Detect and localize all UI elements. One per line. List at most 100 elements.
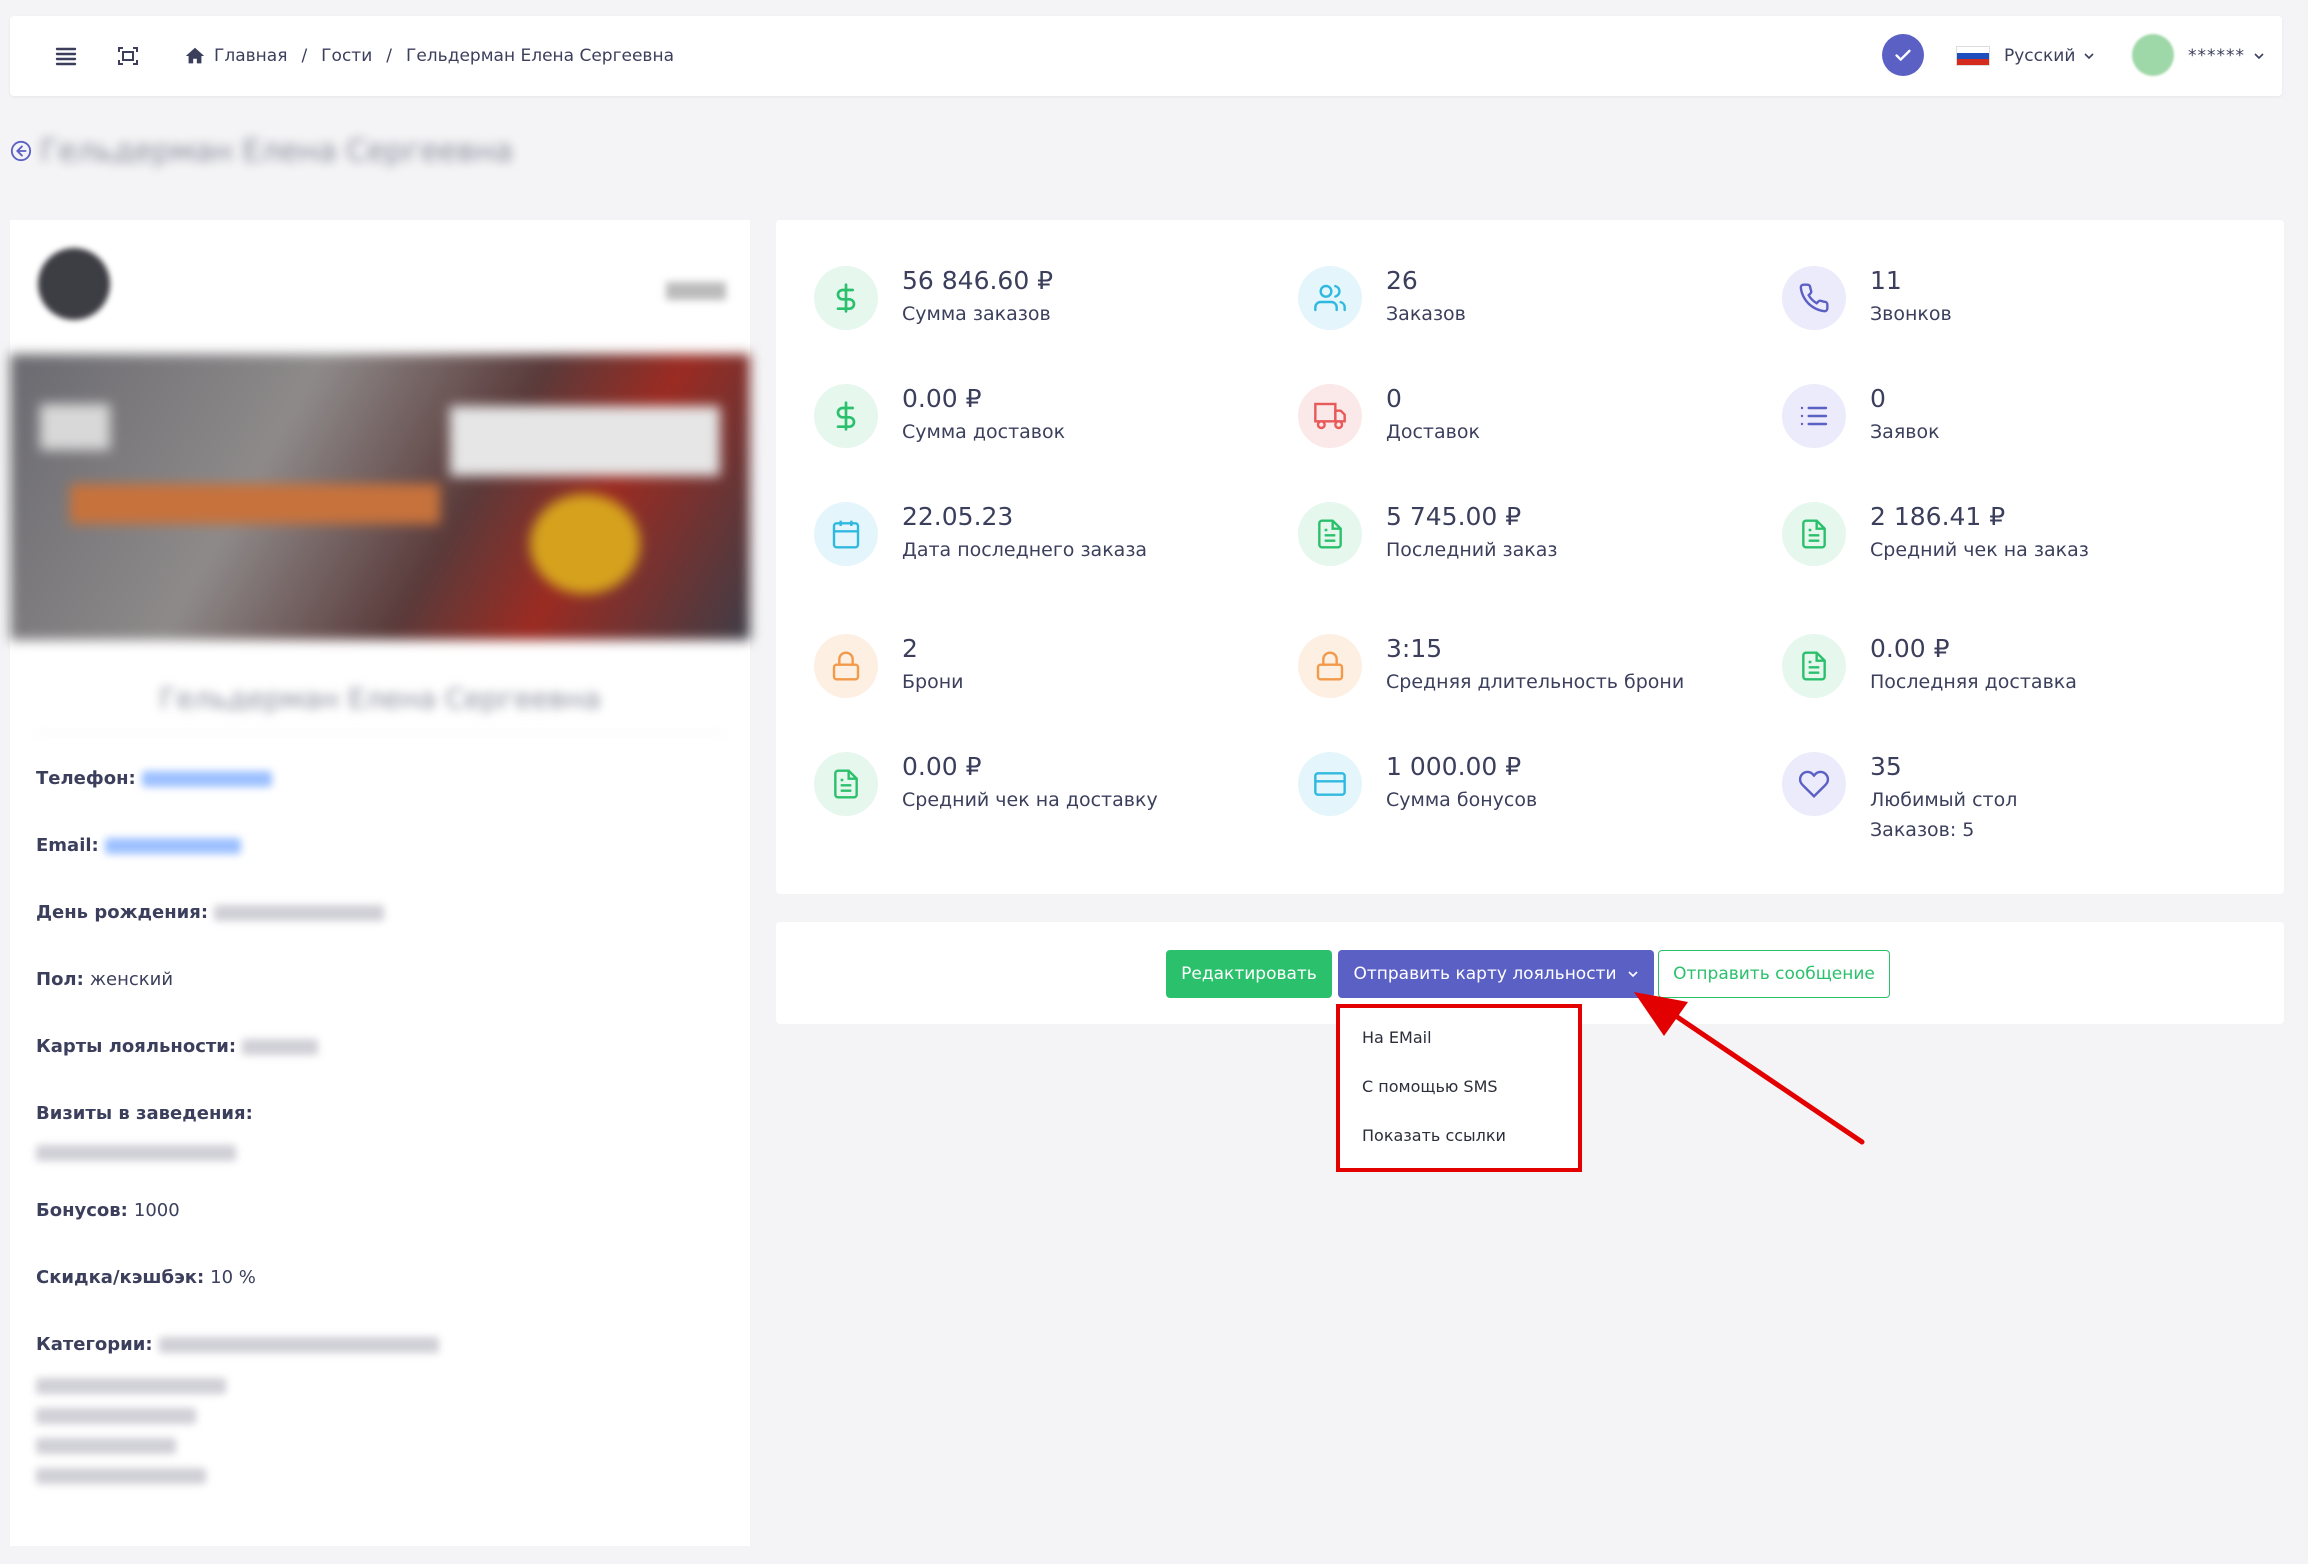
- visits-value-row: [36, 1145, 236, 1161]
- stat-delivery-sum: 0.00 ₽ Сумма доставок: [814, 384, 1065, 448]
- send-loyalty-card-label: Отправить карту лояльности: [1353, 964, 1617, 984]
- visits-row: Визиты в заведения:: [36, 1103, 259, 1124]
- breadcrumb: Главная / Гости / Гельдерман Елена Серге…: [184, 44, 674, 68]
- user-avatar[interactable]: [2132, 34, 2174, 76]
- stat-avg-delivery-check: 0.00 ₽ Средний чек на доставку: [814, 752, 1158, 816]
- page-title: Гельдерман Елена Сергеевна: [40, 134, 513, 169]
- bonuses-row: Бонусов: 1000: [36, 1200, 180, 1221]
- top-bar: Главная / Гости / Гельдерман Елена Серге…: [10, 16, 2282, 96]
- stat-requests: 0 Заявок: [1782, 384, 1940, 448]
- stat-orders-sum: 56 846.60 ₽ Сумма заказов: [814, 266, 1053, 330]
- stat-favorite-table: 35 Любимый стол Заказов: 5: [1782, 752, 2017, 842]
- stat-label: Средний чек на доставку: [902, 789, 1158, 811]
- language-selector[interactable]: Русский: [1956, 44, 2095, 68]
- stat-value: 0: [1386, 384, 1402, 413]
- email-value[interactable]: [104, 837, 241, 854]
- stat-label: Звонков: [1870, 303, 1952, 325]
- profile-status: [666, 256, 726, 304]
- breadcrumb-guests[interactable]: Гости: [321, 46, 372, 66]
- stat-label: Сумма доставок: [902, 421, 1066, 443]
- chevron-down-icon: [2084, 53, 2094, 60]
- profile-name: Гельдерман Елена Сергеевна: [34, 682, 726, 734]
- stat-orders-count: 26 Заказов: [1298, 266, 1466, 330]
- loyalty-cards-value: [242, 1038, 319, 1055]
- chevron-down-icon: [1627, 971, 1638, 978]
- birthday-row: День рождения:: [36, 902, 385, 923]
- category-item: [36, 1468, 206, 1484]
- file-text-icon: [1782, 634, 1846, 698]
- stat-label: Любимый стол: [1870, 789, 2018, 811]
- stat-value: 35: [1870, 752, 1902, 781]
- email-row: Email:: [36, 835, 241, 856]
- check-icon[interactable]: [1882, 34, 1924, 76]
- stat-label: Заявок: [1870, 421, 1940, 443]
- birthday-value: [214, 904, 385, 921]
- stat-value: 0.00 ₽: [902, 752, 982, 781]
- stat-value: 2 186.41 ₽: [1870, 502, 2006, 531]
- stat-value: 1 000.00 ₽: [1386, 752, 1522, 781]
- category-item: [36, 1378, 226, 1394]
- categories-label: Категории:: [36, 1334, 153, 1355]
- home-icon[interactable]: [184, 45, 206, 67]
- menu-icon[interactable]: [54, 44, 78, 68]
- profile-card: Гельдерман Елена Сергеевна Телефон: Emai…: [10, 220, 750, 1546]
- back-icon[interactable]: [10, 140, 32, 162]
- edit-button[interactable]: Редактировать: [1166, 950, 1332, 998]
- stat-last-order: 5 745.00 ₽ Последний заказ: [1298, 502, 1557, 566]
- chevron-down-icon: [2254, 53, 2264, 60]
- gender-value: женский: [89, 969, 174, 990]
- email-label: Email:: [36, 835, 99, 856]
- stat-avg-check: 2 186.41 ₽ Средний чек на заказ: [1782, 502, 2089, 566]
- stats-card: 56 846.60 ₽ Сумма заказов 26 Заказов 11 Зво…: [776, 220, 2284, 894]
- stat-last-order-date: 22.05.23 Дата последнего заказа: [814, 502, 1147, 566]
- dropdown-item-email[interactable]: На EMail: [1362, 1028, 1432, 1047]
- stat-value: 0: [1870, 384, 1886, 413]
- stat-value: 0.00 ₽: [1870, 634, 1950, 663]
- dollar-icon: [814, 384, 878, 448]
- loyalty-card-banner: [10, 354, 750, 640]
- stat-label: Заказов: [1386, 303, 1466, 325]
- file-text-icon: [1298, 502, 1362, 566]
- loyalty-cards-label: Карты лояльности:: [36, 1036, 237, 1057]
- breadcrumb-current: Гельдерман Елена Сергеевна: [405, 46, 674, 66]
- file-text-icon: [1782, 502, 1846, 566]
- stat-deliveries: 0 Доставок: [1298, 384, 1480, 448]
- fullscreen-icon[interactable]: [116, 44, 140, 68]
- category-item: [36, 1438, 176, 1454]
- visits-value: [36, 1145, 236, 1161]
- dropdown-item-show-links[interactable]: Показать ссылки: [1362, 1126, 1506, 1145]
- stat-label: Сумма бонусов: [1386, 789, 1538, 811]
- stat-value: 3:15: [1386, 634, 1443, 663]
- gender-row: Пол: женский: [36, 969, 173, 990]
- dropdown-item-sms[interactable]: С помощью SMS: [1362, 1077, 1498, 1096]
- phone-label: Телефон:: [36, 768, 136, 789]
- gender-label: Пол:: [36, 969, 84, 990]
- users-icon: [1298, 266, 1362, 330]
- credit-card-icon: [1298, 752, 1362, 816]
- categories-row: Категории:: [36, 1334, 439, 1355]
- russia-flag-icon: [1956, 46, 1990, 66]
- breadcrumb-home[interactable]: Главная: [214, 46, 287, 66]
- truck-icon: [1298, 384, 1362, 448]
- stat-value: 2: [902, 634, 918, 663]
- phone-value[interactable]: [141, 770, 272, 787]
- user-menu[interactable]: ******: [2188, 44, 2265, 68]
- stat-value: 0.00 ₽: [902, 384, 982, 413]
- birthday-label: День рождения:: [36, 902, 209, 923]
- breadcrumb-separator: /: [386, 46, 392, 66]
- heart-icon: [1782, 752, 1846, 816]
- discount-value: 10 %: [210, 1267, 256, 1288]
- annotation-arrow-icon: [1634, 992, 1865, 1145]
- send-loyalty-card-button[interactable]: Отправить карту лояльности: [1338, 950, 1654, 998]
- categories-value: [158, 1336, 439, 1353]
- stat-label: Средний чек на заказ: [1870, 539, 2089, 561]
- stat-label: Последняя доставка: [1870, 671, 2077, 693]
- stat-value: 11: [1870, 266, 1902, 295]
- stat-value: 26: [1386, 266, 1418, 295]
- stat-value: 5 745.00 ₽: [1386, 502, 1522, 531]
- lock-icon: [814, 634, 878, 698]
- phone-row: Телефон:: [36, 768, 272, 789]
- bonuses-value: 1000: [133, 1200, 180, 1221]
- discount-row: Скидка/кэшбэк: 10 %: [36, 1267, 256, 1288]
- stat-label: Сумма заказов: [902, 303, 1051, 325]
